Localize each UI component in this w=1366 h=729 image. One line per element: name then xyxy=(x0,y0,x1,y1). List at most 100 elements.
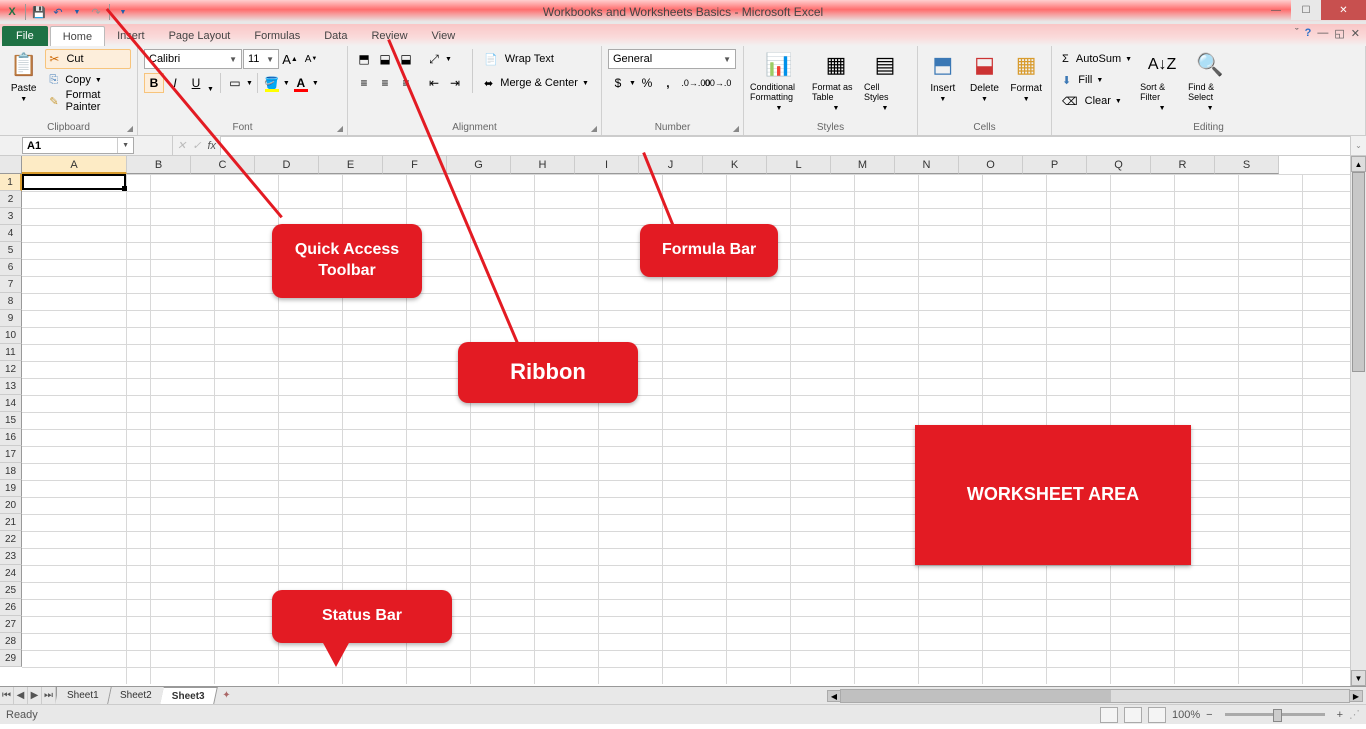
autosum-button[interactable]: Σ AutoSum ▼ xyxy=(1058,49,1136,69)
column-header-A[interactable]: A xyxy=(22,156,127,174)
orientation-icon[interactable]: ⤢ xyxy=(424,49,444,69)
row-header-5[interactable]: 5 xyxy=(0,242,22,259)
active-cell[interactable] xyxy=(22,174,126,190)
sort-filter-button[interactable]: A↓ZSort & Filter▼ xyxy=(1140,49,1184,112)
page-break-view-icon[interactable] xyxy=(1148,707,1166,723)
row-header-23[interactable]: 23 xyxy=(0,548,22,565)
row-header-26[interactable]: 26 xyxy=(0,599,22,616)
last-sheet-icon[interactable]: ⏭ xyxy=(42,687,56,704)
alignment-launcher-icon[interactable]: ◢ xyxy=(589,123,599,133)
expand-formula-bar-icon[interactable]: ⌄ xyxy=(1350,136,1366,155)
delete-cells-button[interactable]: ⬓Delete▼ xyxy=(966,49,1004,103)
resize-grip-icon[interactable]: ⋰ xyxy=(1349,708,1360,721)
help-icon[interactable]: ? xyxy=(1305,27,1312,40)
font-color-button[interactable]: A xyxy=(291,73,311,93)
increase-indent-icon[interactable]: ⇥ xyxy=(445,73,465,93)
prev-sheet-icon[interactable]: ◀ xyxy=(14,687,28,704)
comma-button[interactable]: , xyxy=(658,73,678,93)
hscroll-thumb[interactable] xyxy=(841,690,1111,702)
paste-button[interactable]: 📋 Paste ▼ xyxy=(6,49,41,103)
column-header-D[interactable]: D xyxy=(255,156,319,174)
tab-data[interactable]: Data xyxy=(312,26,359,46)
zoom-slider[interactable] xyxy=(1225,713,1325,716)
row-header-18[interactable]: 18 xyxy=(0,463,22,480)
column-header-N[interactable]: N xyxy=(895,156,959,174)
row-header-29[interactable]: 29 xyxy=(0,650,22,667)
underline-button[interactable]: U xyxy=(186,73,206,93)
wrap-text-button[interactable]: 📄 Wrap Text xyxy=(480,49,593,69)
workbook-minimize-icon[interactable]: — xyxy=(1317,27,1328,40)
row-header-13[interactable]: 13 xyxy=(0,378,22,395)
row-header-24[interactable]: 24 xyxy=(0,565,22,582)
row-header-21[interactable]: 21 xyxy=(0,514,22,531)
column-header-Q[interactable]: Q xyxy=(1087,156,1151,174)
qat-customize-icon[interactable]: ▼ xyxy=(115,4,131,20)
sheet-tab-1[interactable]: Sheet1 xyxy=(55,687,111,704)
normal-view-icon[interactable] xyxy=(1100,707,1118,723)
column-header-E[interactable]: E xyxy=(319,156,383,174)
sheet-tab-2[interactable]: Sheet2 xyxy=(108,687,164,704)
horizontal-scrollbar[interactable]: ◀ ▶ xyxy=(840,689,1350,703)
percent-button[interactable]: % xyxy=(637,73,657,93)
zoom-in-icon[interactable]: + xyxy=(1337,709,1343,721)
insert-cells-button[interactable]: ⬒Insert▼ xyxy=(924,49,962,103)
decrease-decimal-icon[interactable]: .00→.0 xyxy=(707,73,727,93)
currency-dropdown-icon[interactable]: ▼ xyxy=(629,80,636,87)
name-box[interactable]: A1 ▼ xyxy=(22,137,134,154)
fx-icon[interactable]: fx xyxy=(207,140,216,152)
undo-dropdown-icon[interactable]: ▼ xyxy=(69,4,85,20)
row-header-14[interactable]: 14 xyxy=(0,395,22,412)
format-as-table-button[interactable]: ▦Format as Table▼ xyxy=(812,49,860,112)
decrease-indent-icon[interactable]: ⇤ xyxy=(424,73,444,93)
zoom-percent[interactable]: 100% xyxy=(1172,709,1200,721)
clipboard-launcher-icon[interactable]: ◢ xyxy=(125,123,135,133)
number-launcher-icon[interactable]: ◢ xyxy=(731,123,741,133)
row-header-3[interactable]: 3 xyxy=(0,208,22,225)
tab-view[interactable]: View xyxy=(420,26,468,46)
row-header-27[interactable]: 27 xyxy=(0,616,22,633)
scroll-up-icon[interactable]: ▲ xyxy=(1351,156,1366,172)
row-header-19[interactable]: 19 xyxy=(0,480,22,497)
row-header-9[interactable]: 9 xyxy=(0,310,22,327)
fontcolor-dropdown-icon[interactable]: ▼ xyxy=(312,80,319,87)
tab-formulas[interactable]: Formulas xyxy=(242,26,312,46)
column-header-R[interactable]: R xyxy=(1151,156,1215,174)
column-header-K[interactable]: K xyxy=(703,156,767,174)
cell-styles-button[interactable]: ▤Cell Styles▼ xyxy=(864,49,906,112)
row-header-16[interactable]: 16 xyxy=(0,429,22,446)
select-all-corner[interactable] xyxy=(0,156,22,174)
font-size-combo[interactable]: 11▼ xyxy=(243,49,279,69)
row-header-28[interactable]: 28 xyxy=(0,633,22,650)
zoom-out-icon[interactable]: − xyxy=(1206,709,1212,721)
minimize-button[interactable]: — xyxy=(1261,0,1291,20)
close-button[interactable]: ✕ xyxy=(1321,0,1366,20)
formula-input[interactable] xyxy=(220,136,1350,155)
shrink-font-icon[interactable]: A▼ xyxy=(301,49,321,69)
font-name-combo[interactable]: Calibri▼ xyxy=(144,49,242,69)
vertical-scrollbar[interactable]: ▲ ▼ xyxy=(1350,156,1366,686)
find-select-button[interactable]: 🔍Find & Select▼ xyxy=(1188,49,1232,112)
insert-sheet-button[interactable]: ✦ xyxy=(216,690,236,701)
row-header-22[interactable]: 22 xyxy=(0,531,22,548)
column-header-G[interactable]: G xyxy=(447,156,511,174)
column-header-B[interactable]: B xyxy=(127,156,191,174)
underline-dropdown-icon[interactable]: ▼ xyxy=(207,86,214,93)
workbook-restore-icon[interactable]: ◱ xyxy=(1334,27,1344,40)
column-header-S[interactable]: S xyxy=(1215,156,1279,174)
row-header-20[interactable]: 20 xyxy=(0,497,22,514)
align-left-icon[interactable]: ≡ xyxy=(354,73,374,93)
scroll-left-icon[interactable]: ◀ xyxy=(827,690,841,702)
format-cells-button[interactable]: ▦Format▼ xyxy=(1007,49,1045,103)
align-top-icon[interactable]: ⬒ xyxy=(354,49,374,69)
row-header-12[interactable]: 12 xyxy=(0,361,22,378)
cut-button[interactable]: Cut xyxy=(45,49,131,69)
font-launcher-icon[interactable]: ◢ xyxy=(335,123,345,133)
currency-button[interactable]: $ xyxy=(608,73,628,93)
fill-button[interactable]: ⬇ Fill ▼ xyxy=(1058,70,1136,90)
vscroll-thumb[interactable] xyxy=(1352,172,1365,372)
tab-file[interactable]: File xyxy=(2,26,48,46)
tab-home[interactable]: Home xyxy=(50,26,105,46)
tab-page-layout[interactable]: Page Layout xyxy=(157,26,243,46)
column-header-P[interactable]: P xyxy=(1023,156,1087,174)
maximize-button[interactable]: ☐ xyxy=(1291,0,1321,20)
